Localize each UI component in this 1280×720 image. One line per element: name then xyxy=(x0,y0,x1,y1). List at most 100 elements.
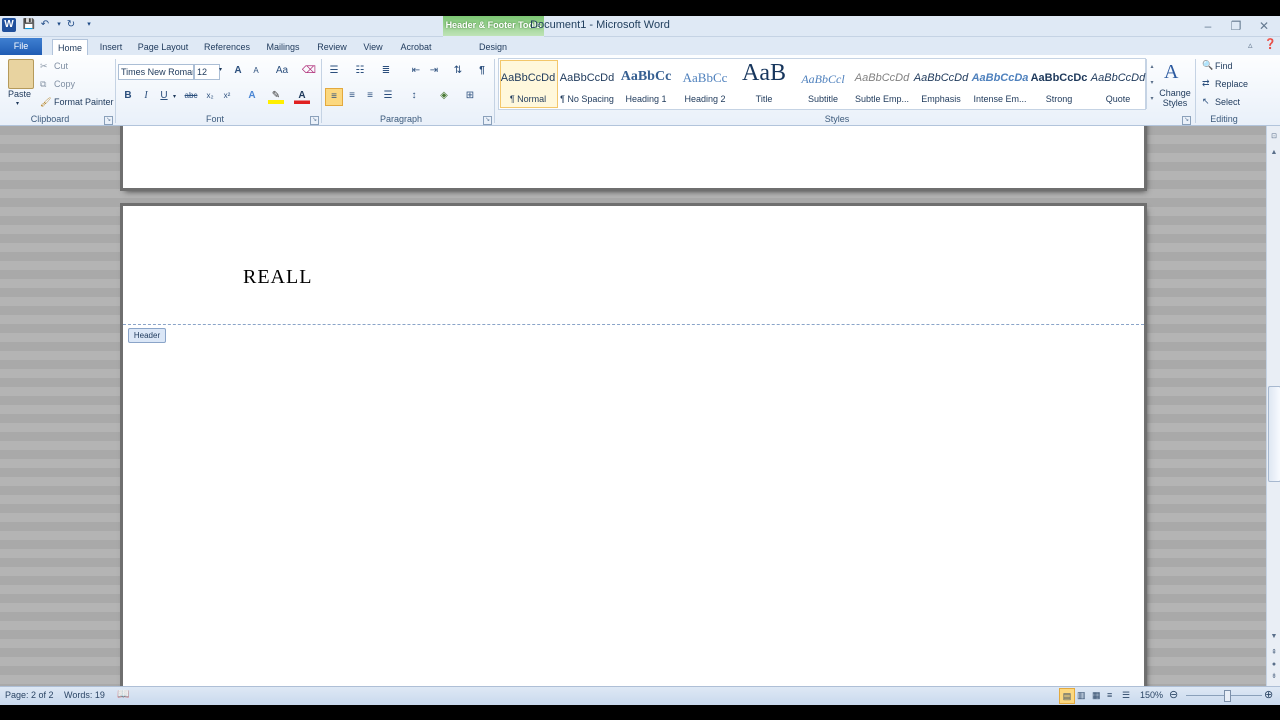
zoom-slider-knob[interactable] xyxy=(1224,690,1231,702)
paragraph-dialog-launcher[interactable]: ↘ xyxy=(483,116,492,125)
zoom-out-icon[interactable]: ⊖ xyxy=(1169,688,1178,701)
highlight-icon[interactable]: ✎ xyxy=(268,88,284,104)
vertical-scrollbar[interactable]: ⊡ ▲ ▼ ⇞ ● ⇟ xyxy=(1266,126,1280,686)
italic-button[interactable]: I xyxy=(138,88,154,104)
page-1[interactable] xyxy=(123,126,1144,188)
scroll-thumb[interactable] xyxy=(1268,386,1280,482)
font-color-icon[interactable]: A xyxy=(294,88,310,104)
borders-icon[interactable]: ⊞ xyxy=(462,88,478,104)
align-right-icon[interactable]: ≡ xyxy=(362,88,378,104)
font-size-dropdown-icon[interactable]: ▾ xyxy=(219,66,222,73)
underline-dropdown-icon[interactable]: ▾ xyxy=(173,93,176,100)
shading-icon[interactable]: ◈ xyxy=(436,88,452,104)
justify-icon[interactable]: ☰ xyxy=(380,88,396,104)
font-size-select[interactable]: 12 xyxy=(194,64,220,80)
select-browse-object-icon[interactable]: ● xyxy=(1268,660,1280,670)
style-subtle-emphasis[interactable]: AaBbCcDd xyxy=(853,72,911,84)
shrink-font-button[interactable]: A xyxy=(248,63,264,79)
show-hide-marks-icon[interactable]: ¶ xyxy=(474,63,490,79)
tab-view[interactable]: View xyxy=(358,39,388,55)
full-screen-reading-icon[interactable]: ▥ xyxy=(1077,690,1086,701)
previous-page-icon[interactable]: ⇞ xyxy=(1268,648,1280,658)
paste-icon[interactable] xyxy=(8,59,34,89)
paste-dropdown-icon[interactable]: ▾ xyxy=(16,100,19,107)
paste-button[interactable]: Paste xyxy=(8,89,31,99)
style-title[interactable]: AaB xyxy=(735,60,793,87)
sort-icon[interactable]: ⇅ xyxy=(450,63,466,79)
style-intense-emphasis[interactable]: AaBbCcDa xyxy=(971,72,1029,84)
draft-icon[interactable]: ☰ xyxy=(1122,690,1130,701)
styles-dialog-launcher[interactable]: ↘ xyxy=(1182,116,1191,125)
restore-icon[interactable]: ❐ xyxy=(1226,18,1246,34)
tab-review[interactable]: Review xyxy=(312,39,352,55)
align-left-icon[interactable]: ≡ xyxy=(325,88,343,106)
tab-references[interactable]: References xyxy=(200,39,254,55)
tab-page-layout[interactable]: Page Layout xyxy=(134,39,192,55)
change-styles-button[interactable]: Change Styles xyxy=(1158,88,1192,108)
style-heading-2[interactable]: AaBbCc xyxy=(676,70,734,86)
copy-button[interactable]: Copy xyxy=(54,79,75,89)
select-button[interactable]: Select xyxy=(1215,97,1240,107)
line-spacing-icon[interactable]: ↕ xyxy=(406,88,422,104)
gallery-scroll[interactable]: ▴ ▾ ▾ xyxy=(1146,59,1157,109)
style-heading-2-label: Heading 2 xyxy=(684,94,726,104)
style-emphasis[interactable]: AaBbCcDd xyxy=(912,72,970,84)
text-effects-icon[interactable]: A xyxy=(244,88,260,104)
align-center-icon[interactable]: ≡ xyxy=(344,88,360,104)
font-dialog-launcher[interactable]: ↘ xyxy=(310,116,319,125)
bullets-icon[interactable]: ☰ xyxy=(326,63,342,79)
header-text[interactable]: REALL xyxy=(243,266,312,289)
tab-home[interactable]: Home xyxy=(52,39,88,56)
tab-file[interactable]: File xyxy=(0,38,42,55)
style-no-spacing[interactable]: AaBbCcDd xyxy=(558,72,616,84)
style-heading-1[interactable]: AaBbCc xyxy=(617,69,675,85)
subscript-button[interactable]: x₂ xyxy=(202,88,218,104)
strikethrough-button[interactable]: abc xyxy=(182,88,200,104)
clipboard-dialog-launcher[interactable]: ↘ xyxy=(104,116,113,125)
style-strong[interactable]: AaBbCcDc xyxy=(1030,72,1088,84)
word-count[interactable]: Words: 19 xyxy=(64,690,105,700)
zoom-in-icon[interactable]: ⊕ xyxy=(1264,688,1273,701)
scroll-down-icon[interactable]: ▼ xyxy=(1268,632,1280,642)
multilevel-list-icon[interactable]: ≣ xyxy=(378,63,394,79)
tab-design[interactable]: Design xyxy=(470,39,516,55)
scroll-up-icon[interactable]: ▲ xyxy=(1268,148,1280,158)
proofing-icon[interactable]: 📖 xyxy=(117,689,129,700)
header-tag: Header xyxy=(128,328,166,343)
numbering-icon[interactable]: ☷ xyxy=(352,63,368,79)
decrease-indent-icon[interactable]: ⇤ xyxy=(408,63,424,79)
cut-button[interactable]: Cut xyxy=(54,61,68,71)
superscript-button[interactable]: x² xyxy=(219,88,235,104)
tab-insert[interactable]: Insert xyxy=(94,39,128,55)
print-layout-icon[interactable]: ▤ xyxy=(1059,688,1075,704)
tab-acrobat[interactable]: Acrobat xyxy=(396,39,436,55)
style-quote[interactable]: AaBbCcDd xyxy=(1089,72,1147,84)
find-button[interactable]: Find xyxy=(1215,61,1233,71)
increase-indent-icon[interactable]: ⇥ xyxy=(426,63,442,79)
web-layout-icon[interactable]: ▦ xyxy=(1092,690,1101,701)
next-page-icon[interactable]: ⇟ xyxy=(1268,672,1280,682)
style-subtitle[interactable]: AaBbCcl xyxy=(794,72,852,87)
tab-mailings[interactable]: Mailings xyxy=(262,39,304,55)
bold-button[interactable]: B xyxy=(120,88,136,104)
view-ruler-icon[interactable]: ⊡ xyxy=(1268,132,1280,142)
close-icon[interactable]: ✕ xyxy=(1254,18,1274,34)
zoom-level[interactable]: 150% xyxy=(1140,690,1163,700)
clear-formatting-icon[interactable]: ⌫ xyxy=(301,63,317,79)
page-2[interactable]: REALL Header xyxy=(123,206,1144,686)
style-normal[interactable]: AaBbCcDd xyxy=(499,72,557,84)
minimize-ribbon-icon[interactable]: ▵ xyxy=(1248,40,1253,51)
screen-border xyxy=(0,705,1280,720)
outline-icon[interactable]: ≡ xyxy=(1107,690,1112,700)
grow-font-button[interactable]: A xyxy=(230,63,246,79)
font-family-select[interactable]: Times New Roman xyxy=(118,64,194,80)
format-painter-button[interactable]: Format Painter xyxy=(54,97,114,107)
replace-button[interactable]: Replace xyxy=(1215,79,1248,89)
page-count[interactable]: Page: 2 of 2 xyxy=(5,690,54,700)
change-styles-icon[interactable]: A xyxy=(1164,61,1178,84)
help-icon[interactable]: ❓ xyxy=(1264,39,1276,50)
title-bar: W 💾 ↶ ▾ ↻ ▾ Header & Footer Tools Docume… xyxy=(0,16,1280,52)
underline-button[interactable]: U xyxy=(156,88,172,104)
change-case-button[interactable]: Aa xyxy=(272,63,292,79)
minimize-icon[interactable]: ‒ xyxy=(1198,18,1218,34)
